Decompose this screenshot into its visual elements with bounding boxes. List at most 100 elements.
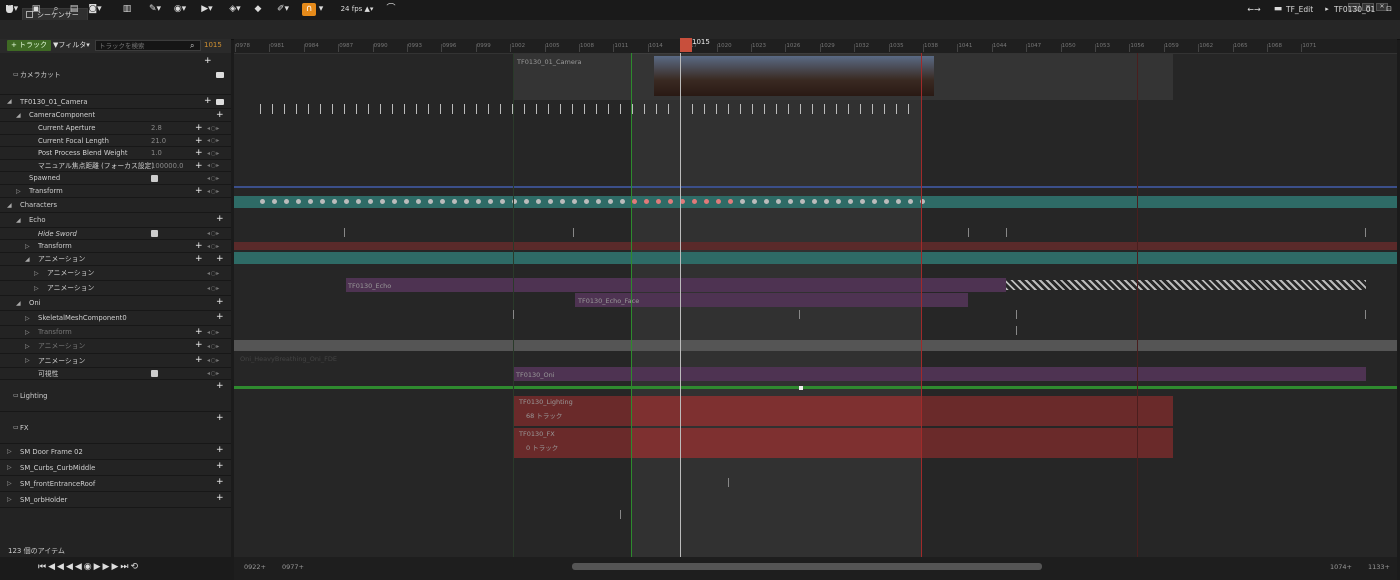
transform-keyframe[interactable] xyxy=(356,199,361,204)
work-end-field[interactable]: 1074+ xyxy=(1330,563,1352,571)
camera-icon[interactable] xyxy=(216,72,224,78)
add-key-plus-icon[interactable]: + xyxy=(195,240,203,252)
transform-keyframe[interactable] xyxy=(812,199,817,204)
oni-anim-section[interactable] xyxy=(513,367,1366,381)
expand-arrow-icon[interactable]: ▷ xyxy=(7,476,12,492)
transform-keyframe[interactable] xyxy=(524,199,529,204)
transform-keyframe[interactable] xyxy=(608,199,613,204)
view-end-field[interactable]: 1133+ xyxy=(1368,563,1390,571)
search-icon[interactable]: ⌕ xyxy=(50,3,62,16)
checkbox[interactable] xyxy=(151,175,158,182)
timeline-scrollbar[interactable] xyxy=(572,563,1042,570)
transform-keyframe[interactable] xyxy=(872,199,877,204)
transform-keyframe[interactable] xyxy=(596,199,601,204)
current-frame-field[interactable]: 1015 xyxy=(204,40,230,51)
transform-keyframe[interactable] xyxy=(500,199,505,204)
camera-icon[interactable] xyxy=(216,99,224,105)
transform-keyframe[interactable] xyxy=(692,199,697,204)
fps-selector[interactable]: 24 fps ▲▾ xyxy=(337,3,377,16)
add-plus-icon[interactable]: + xyxy=(216,492,224,504)
transform-keyframe[interactable] xyxy=(380,199,385,204)
add-plus-icon[interactable]: + xyxy=(216,213,224,225)
expand-arrow-icon[interactable]: ◢ xyxy=(7,95,12,109)
echo-transform-bar[interactable] xyxy=(234,252,1397,264)
track-row[interactable]: ▷ SM Door Frame 02 + xyxy=(0,444,231,460)
transform-keyframe[interactable] xyxy=(392,199,397,204)
transform-keyframe[interactable] xyxy=(716,199,721,204)
add-plus-icon[interactable]: + xyxy=(216,476,224,488)
add-track-button[interactable]: + トラック xyxy=(7,40,51,51)
transform-keyframe[interactable] xyxy=(800,199,805,204)
transform-keyframe[interactable] xyxy=(308,199,313,204)
nav-back-forward[interactable]: ←→ xyxy=(1244,3,1264,16)
track-row[interactable]: ▭ カメラカット + xyxy=(0,55,231,95)
transform-keyframe[interactable] xyxy=(476,199,481,204)
track-row[interactable]: ▷ アニメーション + ◂○▸ xyxy=(0,354,231,368)
transform-keyframe[interactable] xyxy=(284,199,289,204)
import-icon[interactable]: ▥ xyxy=(120,3,134,16)
transform-keyframe[interactable] xyxy=(764,199,769,204)
track-row[interactable]: ▭ Lighting + xyxy=(0,380,231,412)
add-plus-icon[interactable]: + xyxy=(216,253,224,265)
transform-keyframe[interactable] xyxy=(668,199,673,204)
transform-keyframe[interactable] xyxy=(884,199,889,204)
transform-keyframe[interactable] xyxy=(644,199,649,204)
key-options-icon[interactable]: ◈▾ xyxy=(225,3,245,16)
work-start-field[interactable]: 0977+ xyxy=(282,563,304,571)
echo-anim-section[interactable] xyxy=(346,278,1006,292)
camera-icon[interactable]: ◙▾ xyxy=(88,3,102,16)
expand-arrow-icon[interactable]: ◢ xyxy=(7,198,12,213)
key-navigation-icon[interactable]: ◂○▸ xyxy=(207,339,220,354)
checkbox[interactable] xyxy=(151,230,158,237)
track-row[interactable]: ◢ Echo + xyxy=(0,213,231,228)
add-plus-icon[interactable]: + xyxy=(216,380,224,392)
expand-arrow-icon[interactable]: ▷ xyxy=(7,444,12,460)
transform-keyframe[interactable] xyxy=(896,199,901,204)
transform-keyframe[interactable] xyxy=(704,199,709,204)
transform-keyframe[interactable] xyxy=(452,199,457,204)
transform-keyframe[interactable] xyxy=(788,199,793,204)
add-plus-icon[interactable]: + xyxy=(204,95,212,107)
transform-keyframe[interactable] xyxy=(584,199,589,204)
expand-arrow-icon[interactable]: ◢ xyxy=(16,296,21,311)
track-row[interactable]: ▷ アニメーション ◂○▸ xyxy=(0,266,231,281)
checkbox[interactable] xyxy=(151,370,158,377)
visibility-key[interactable] xyxy=(799,386,803,390)
track-row[interactable]: ▷ SM_Curbs_CurbMiddle + xyxy=(0,460,231,476)
save-icon[interactable]: ▣ xyxy=(30,3,42,16)
track-row[interactable]: ◢ Characters xyxy=(0,198,231,213)
transform-keyframe[interactable] xyxy=(752,199,757,204)
add-key-plus-icon[interactable]: + xyxy=(195,253,203,265)
breadcrumb-root[interactable]: TF_Edit xyxy=(1286,3,1326,16)
transform-keyframe[interactable] xyxy=(416,199,421,204)
view-start-field[interactable]: 0922+ xyxy=(244,563,266,571)
transform-keyframe[interactable] xyxy=(548,199,553,204)
add-plus-icon[interactable]: + xyxy=(204,55,212,67)
transform-keyframe[interactable] xyxy=(536,199,541,204)
expand-arrow-icon[interactable]: ▷ xyxy=(7,492,12,508)
add-key-plus-icon[interactable]: + xyxy=(195,339,203,351)
hide-sword-bar[interactable] xyxy=(234,242,1397,250)
curve-editor-icon[interactable]: ⌒ xyxy=(384,3,398,16)
expand-arrow-icon[interactable]: ▷ xyxy=(34,281,39,296)
transform-keyframe[interactable] xyxy=(272,199,277,204)
track-row[interactable]: ▭ FX + xyxy=(0,412,231,444)
expand-arrow-icon[interactable]: ◢ xyxy=(16,213,21,228)
world-settings-icon[interactable]: ●▾ xyxy=(5,3,19,16)
transform-keyframe[interactable] xyxy=(836,199,841,204)
add-plus-icon[interactable]: + xyxy=(216,460,224,472)
transform-keyframe[interactable] xyxy=(320,199,325,204)
transform-keyframe[interactable] xyxy=(404,199,409,204)
snap-dropdown-icon[interactable]: ▾ xyxy=(317,3,325,16)
transform-keyframe[interactable] xyxy=(368,199,373,204)
oni-transform-bar-dim[interactable] xyxy=(234,340,1397,351)
expand-arrow-icon[interactable]: ▷ xyxy=(34,266,39,281)
track-row[interactable]: ▷ SkeletalMeshComponent0 + xyxy=(0,311,231,326)
transform-keyframe[interactable] xyxy=(488,199,493,204)
track-row[interactable]: ▷ SM_frontEntranceRoof + xyxy=(0,476,231,492)
transform-keyframe[interactable] xyxy=(848,199,853,204)
key-navigation-icon[interactable]: ◂○▸ xyxy=(207,354,220,368)
expand-arrow-icon[interactable]: ▷ xyxy=(25,339,30,354)
transform-keyframe[interactable] xyxy=(620,199,625,204)
transform-keyframe[interactable] xyxy=(740,199,745,204)
